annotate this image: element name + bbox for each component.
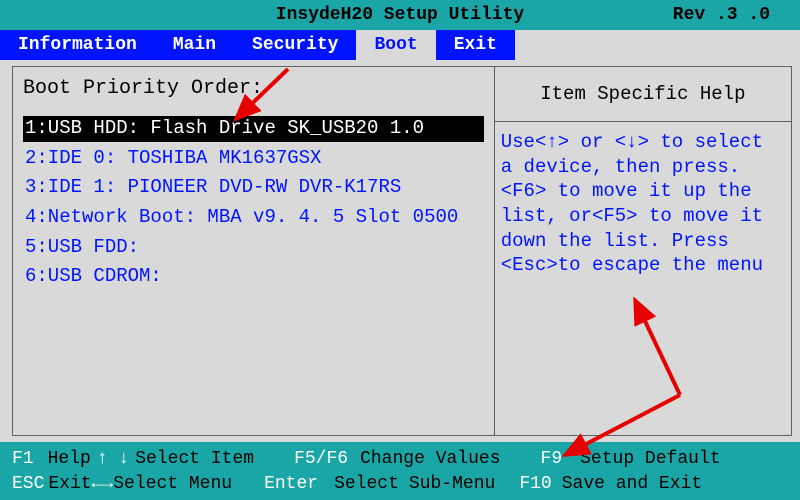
list-item[interactable]: 1:USB HDD: Flash Drive SK_USB20 1.0 [23, 116, 484, 142]
tab-boot[interactable]: Boot [356, 30, 435, 60]
label-submenu: Sub-Menu [409, 474, 495, 494]
help-body: Use<↑> or <↓> to select a device, then p… [495, 122, 792, 436]
list-item[interactable]: 3:IDE 1: PIONEER DVD-RW DVR-K17RS [23, 175, 484, 201]
updown-arrows-icon: ↑ ↓ [97, 449, 129, 469]
label-setup-default: Setup Default [580, 449, 720, 469]
label-select-menu: Select Menu [113, 474, 232, 494]
revision-label: Rev .3 .0 [673, 5, 770, 25]
title-bar: InsydeH20 Setup Utility Rev .3 .0 [0, 0, 800, 30]
label-exit: Exit [48, 474, 91, 494]
key-f9: F9 [541, 449, 563, 469]
boot-priority-heading: Boot Priority Order: [23, 77, 484, 100]
label-help: Help [48, 449, 91, 469]
tab-information[interactable]: Information [0, 30, 155, 60]
boot-priority-panel: Boot Priority Order: 1:USB HDD: Flash Dr… [12, 66, 495, 436]
key-enter: Enter [264, 474, 318, 494]
utility-title: InsydeH20 Setup Utility [276, 5, 524, 25]
footer-bar: F1 Help ↑ ↓ Select Item F5/F6 Change Val… [0, 442, 800, 500]
key-esc: ESC [12, 474, 44, 494]
help-title: Item Specific Help [495, 66, 792, 122]
label-save-exit: Save and Exit [562, 474, 702, 494]
label-change-values: Change Values [360, 449, 500, 469]
list-item[interactable]: 2:IDE 0: TOSHIBA MK1637GSX [23, 146, 484, 172]
leftright-arrows-icon: ←→ [92, 474, 114, 494]
tab-exit[interactable]: Exit [436, 30, 515, 60]
key-f1: F1 [12, 449, 34, 469]
label-select: Select [334, 474, 399, 494]
work-area: Boot Priority Order: 1:USB HDD: Flash Dr… [0, 60, 800, 442]
key-f10: F10 [519, 474, 551, 494]
label-select-item: Select Item [135, 449, 254, 469]
list-item[interactable]: 4:Network Boot: MBA v9. 4. 5 Slot 0500 [23, 205, 484, 231]
tab-main[interactable]: Main [155, 30, 234, 60]
list-item[interactable]: 5:USB FDD: [23, 235, 484, 261]
tab-security[interactable]: Security [234, 30, 356, 60]
list-item[interactable]: 6:USB CDROM: [23, 264, 484, 290]
menu-bar: Information Main Security Boot Exit [0, 30, 800, 60]
help-panel: Item Specific Help Use<↑> or <↓> to sele… [495, 66, 792, 436]
key-f5f6: F5/F6 [294, 449, 348, 469]
